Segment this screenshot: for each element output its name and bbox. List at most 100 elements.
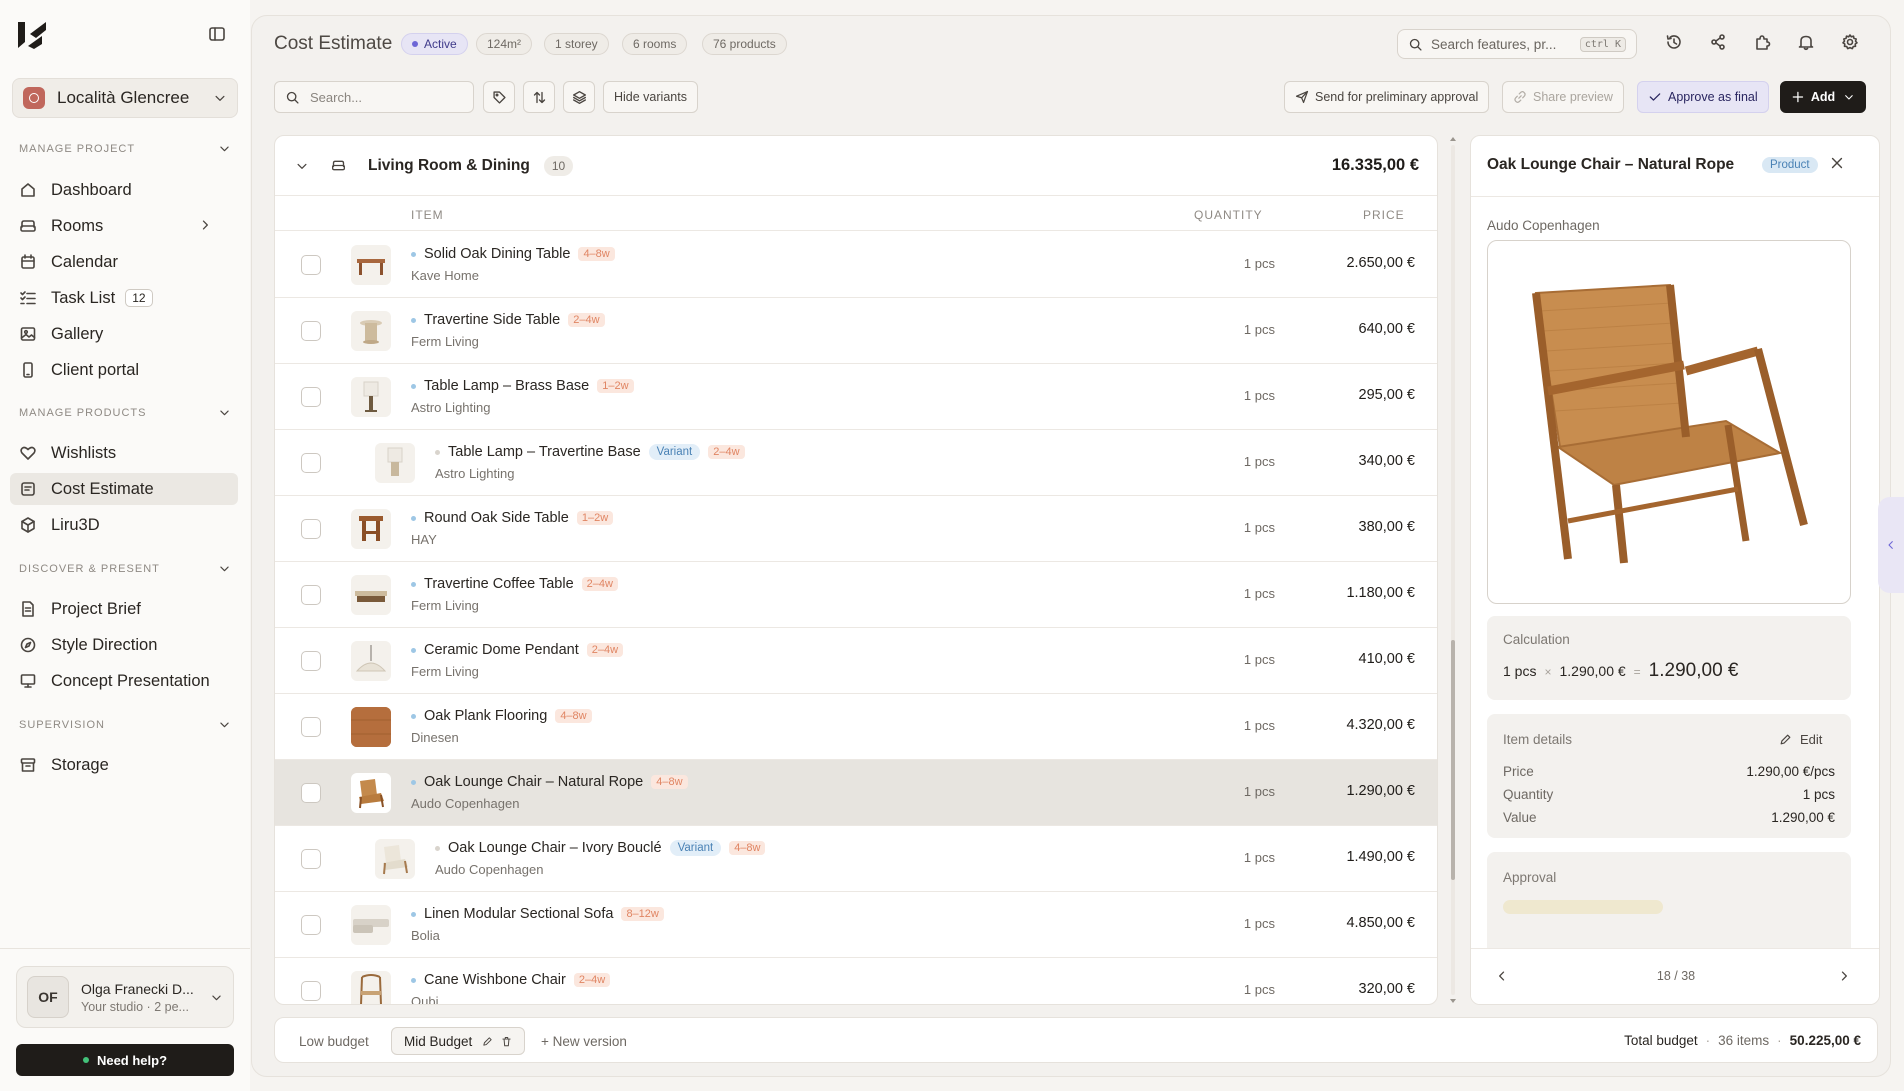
item-details-card: Item details Edit Price 1.290,00 €/pcs Q… <box>1487 714 1851 838</box>
column-quantity: QUANTITY <box>1194 208 1263 222</box>
scroll-up-icon[interactable] <box>1448 135 1458 143</box>
version-tab-low-budget[interactable]: Low budget <box>287 1027 381 1055</box>
row-checkbox[interactable] <box>301 783 321 803</box>
row-checkbox[interactable] <box>301 519 321 539</box>
budget-version-bar: Low budget Mid Budget + New version Tota… <box>274 1017 1878 1063</box>
table-row[interactable]: Ceramic Dome Pendant 2–4w Ferm Living 1 p… <box>275 628 1437 694</box>
add-button[interactable]: Add <box>1780 81 1866 113</box>
product-image[interactable] <box>1487 240 1851 604</box>
divider <box>1471 196 1879 197</box>
table-row[interactable]: Cane Wishbone Chair 2–4w Oubi 1 pcs 320,0… <box>275 958 1437 1004</box>
variant-badge: Variant <box>669 840 722 856</box>
sidebar-item-concept-presentation[interactable]: Concept Presentation <box>10 665 238 697</box>
sidebar-item-rooms[interactable]: Rooms <box>10 210 238 242</box>
row-checkbox[interactable] <box>301 585 321 605</box>
app-logo[interactable] <box>16 20 50 50</box>
need-help-button[interactable]: Need help? <box>16 1044 234 1076</box>
row-quantity: 1 pcs <box>1243 322 1275 337</box>
table-row[interactable]: Oak Lounge Chair – Ivory Bouclé Variant 4–… <box>275 826 1437 892</box>
quantity-value: 1 pcs <box>1802 787 1835 802</box>
project-selector[interactable]: Località Glencree <box>12 78 238 118</box>
chevron-down-icon[interactable] <box>295 159 309 173</box>
lead-time-badge: 2–4w <box>708 445 745 459</box>
row-price: 1.490,00 € <box>1346 849 1415 865</box>
row-checkbox[interactable] <box>301 321 321 341</box>
section-supervision[interactable]: SUPERVISION <box>19 718 231 731</box>
table-row[interactable]: Table Lamp – Travertine Base Variant 2–4w … <box>275 430 1437 496</box>
sidebar-item-storage[interactable]: Storage <box>10 749 238 781</box>
sort-button[interactable] <box>523 81 555 113</box>
group-header[interactable]: Living Room & Dining 10 16.335,00 € <box>275 136 1437 196</box>
sidebar-item-client-portal[interactable]: Client portal <box>10 354 238 386</box>
phone-icon <box>23 362 33 378</box>
sidebar-item-project-brief[interactable]: Project Brief <box>10 593 238 625</box>
table-row-selected[interactable]: Oak Lounge Chair – Natural Rope 4–8w Audo… <box>275 760 1437 826</box>
table-row[interactable]: Solid Oak Dining Table 4–8w Kave Home 1 p… <box>275 232 1437 298</box>
share-icon[interactable] <box>1709 33 1727 51</box>
bell-icon[interactable] <box>1797 33 1815 51</box>
sidebar-item-dashboard[interactable]: Dashboard <box>10 174 238 206</box>
row-price: 1.290,00 € <box>1346 783 1415 799</box>
section-manage-project[interactable]: MANAGE PROJECT <box>19 142 231 155</box>
settings-gear-icon[interactable] <box>1841 33 1859 51</box>
close-icon[interactable] <box>1829 155 1845 171</box>
sidebar-item-liru3d[interactable]: Liru3D <box>10 509 238 541</box>
row-checkbox[interactable] <box>301 981 321 1001</box>
section-discover-present[interactable]: DISCOVER & PRESENT <box>19 562 231 575</box>
version-tab-mid-budget[interactable]: Mid Budget <box>391 1027 526 1055</box>
row-checkbox[interactable] <box>301 651 321 671</box>
row-checkbox[interactable] <box>301 453 321 473</box>
row-checkbox[interactable] <box>301 387 321 407</box>
side-panel-toggle[interactable] <box>1878 497 1904 593</box>
table-row[interactable]: Travertine Coffee Table 2–4w Ferm Living … <box>275 562 1437 628</box>
page-title: Cost Estimate <box>274 33 393 54</box>
table-row[interactable]: Travertine Side Table 2–4w Ferm Living 1 … <box>275 298 1437 364</box>
new-version-button[interactable]: + New version <box>529 1027 639 1055</box>
table-row[interactable]: Linen Modular Sectional Sofa 8–12w Bolia … <box>275 892 1437 958</box>
row-checkbox[interactable] <box>301 717 321 737</box>
section-label: MANAGE PROJECT <box>19 142 136 155</box>
row-checkbox[interactable] <box>301 255 321 275</box>
scrollbar-thumb[interactable] <box>1451 640 1455 880</box>
table-row[interactable]: Table Lamp – Brass Base 1–2w Astro Lighti… <box>275 364 1437 430</box>
share-preview-button[interactable]: Share preview <box>1502 81 1624 113</box>
chevron-right-icon[interactable] <box>1837 969 1851 983</box>
sidebar-item-calendar[interactable]: Calendar <box>10 246 238 278</box>
hide-variants-button[interactable]: Hide variants <box>603 81 698 113</box>
approve-final-button[interactable]: Approve as final <box>1637 81 1769 113</box>
button-label: Add <box>1810 90 1836 104</box>
edit-button[interactable]: Edit <box>1779 732 1822 747</box>
pencil-icon[interactable] <box>482 1036 493 1047</box>
status-dot-icon <box>411 251 416 257</box>
table-scrollbar[interactable] <box>1448 135 1458 1005</box>
sidebar-collapse-icon[interactable] <box>208 25 226 43</box>
sidebar-item-gallery[interactable]: Gallery <box>10 318 238 350</box>
lead-time-badge: 8–12w <box>621 907 664 921</box>
table-row[interactable]: Round Oak Side Table 1–2w HAY 1 pcs 380,0… <box>275 496 1437 562</box>
row-checkbox[interactable] <box>301 849 321 869</box>
user-menu[interactable]: OF Olga Franecki D... Your studio · 2 pe… <box>16 966 234 1028</box>
tag-filter-button[interactable] <box>483 81 515 113</box>
sidebar-item-wishlists[interactable]: Wishlists <box>10 437 238 469</box>
sidebar-item-cost-estimate[interactable]: Cost Estimate <box>10 473 238 505</box>
layers-button[interactable] <box>563 81 595 113</box>
sidebar-item-task-list[interactable]: Task List 12 <box>10 282 238 314</box>
section-manage-products[interactable]: MANAGE PRODUCTS <box>19 406 231 419</box>
button-label: Share preview <box>1533 90 1613 104</box>
table-search-input[interactable]: Search... <box>274 81 474 113</box>
row-checkbox[interactable] <box>301 915 321 935</box>
row-quantity: 1 pcs <box>1243 982 1275 997</box>
table-row[interactable]: Oak Plank Flooring 4–8w Dinesen 1 pcs 4.3… <box>275 694 1437 760</box>
history-icon[interactable] <box>1665 33 1683 51</box>
chevron-down-icon <box>1845 95 1853 100</box>
puzzle-icon[interactable] <box>1753 33 1771 51</box>
send-approval-button[interactable]: Send for preliminary approval <box>1284 81 1490 113</box>
status-dot-icon <box>411 383 416 389</box>
trash-icon[interactable] <box>501 1036 512 1047</box>
global-search-input[interactable]: Search features, pr... ctrl K <box>1397 29 1637 59</box>
chevron-right-icon <box>202 220 208 230</box>
product-brand: Audo Copenhagen <box>435 862 544 877</box>
scroll-down-icon[interactable] <box>1448 997 1458 1005</box>
price-label: Price <box>1503 764 1534 779</box>
sidebar-item-style-direction[interactable]: Style Direction <box>10 629 238 661</box>
